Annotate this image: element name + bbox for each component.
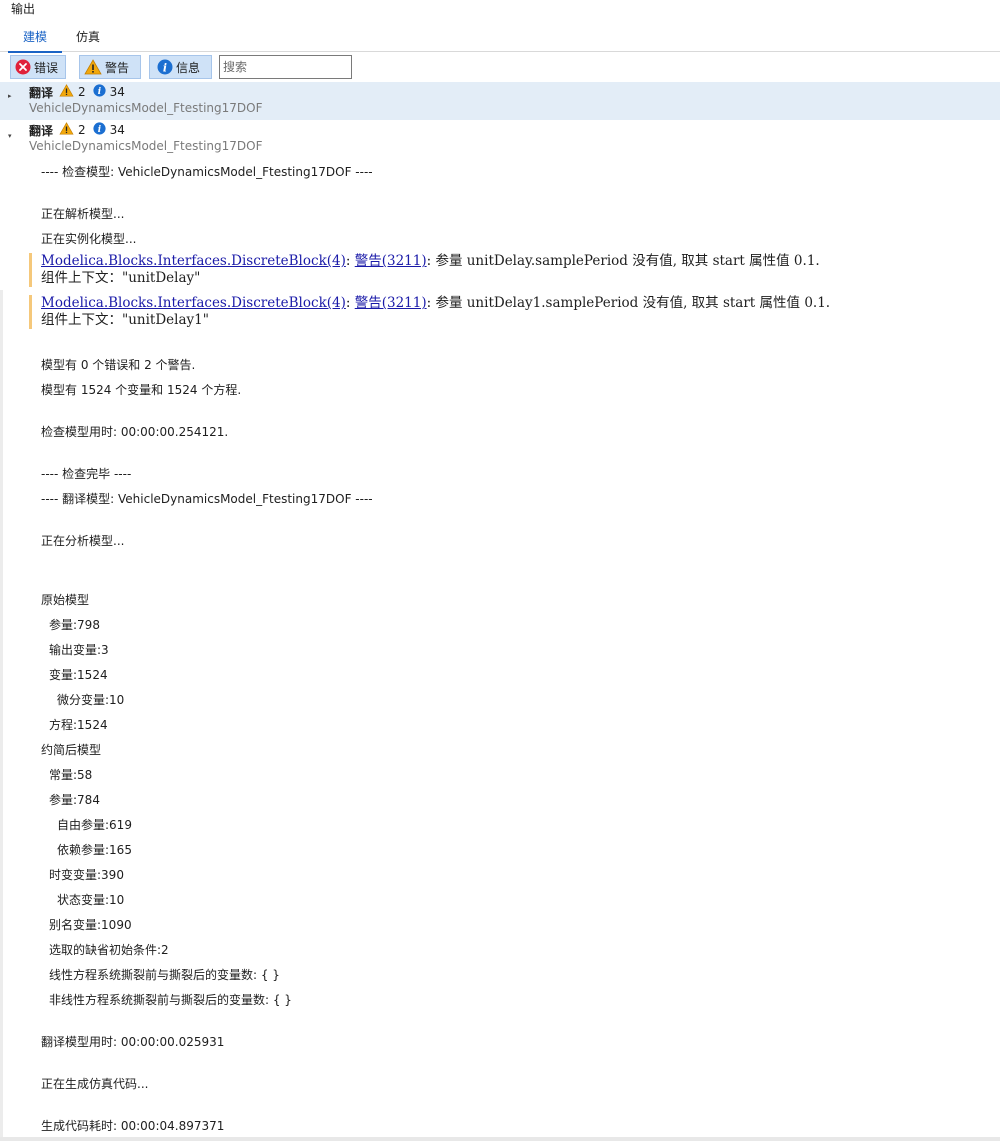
- svg-text:i: i: [97, 125, 100, 135]
- log-translate-header: ---- 翻译模型: VehicleDynamicsModel_Ftesting…: [41, 492, 373, 506]
- warning-count: 2: [78, 123, 86, 137]
- log-gen-time: 生成代码耗时: 00:00:04.897371: [41, 1119, 225, 1133]
- stat-line: 依赖参量:165: [57, 843, 132, 857]
- source-link[interactable]: Modelica.Blocks.Interfaces.DiscreteBlock…: [41, 295, 346, 311]
- group-title: 翻译: [29, 85, 54, 100]
- search-input[interactable]: [219, 55, 352, 79]
- warning-icon: [59, 84, 74, 100]
- warning-message: Modelica.Blocks.Interfaces.DiscreteBlock…: [29, 295, 979, 329]
- info-icon: i: [157, 59, 173, 75]
- error-icon: [15, 59, 31, 75]
- error-filter-label: 错误: [34, 60, 59, 75]
- info-count: 34: [109, 85, 125, 99]
- warning-text: : 参量 unitDelay1.samplePeriod 没有值, 取其 sta…: [426, 295, 831, 311]
- warning-text: : 参量 unitDelay.samplePeriod 没有值, 取其 star…: [426, 253, 820, 269]
- collapse-caret-icon[interactable]: ▾: [8, 132, 16, 140]
- horizontal-scrollbar[interactable]: [0, 1137, 1000, 1141]
- stat-line: 约简后模型: [41, 743, 102, 757]
- svg-text:i: i: [163, 62, 167, 75]
- warning-filter-label: 警告: [105, 60, 130, 75]
- stat-line: 选取的缺省初始条件:2: [49, 943, 169, 957]
- group-model-name: VehicleDynamicsModel_Ftesting17DOF: [29, 101, 263, 115]
- stat-line: 非线性方程系统撕裂前与撕裂后的变量数: { }: [49, 993, 292, 1007]
- stat-line: 常量:58: [49, 768, 93, 782]
- group-model-name: VehicleDynamicsModel_Ftesting17DOF: [29, 139, 263, 153]
- stat-line: 微分变量:10: [57, 693, 125, 707]
- log-summary-vars: 模型有 1524 个变量和 1524 个方程.: [41, 383, 242, 397]
- component-context: 组件上下文："unitDelay1": [41, 312, 209, 328]
- component-context: 组件上下文："unitDelay": [41, 270, 201, 286]
- svg-text:i: i: [97, 87, 100, 97]
- warning-count: 2: [78, 85, 86, 99]
- stat-line: 变量:1524: [49, 668, 108, 682]
- panel-title: 输出: [11, 2, 36, 16]
- warning-filter-button[interactable]: 警告: [79, 55, 141, 79]
- info-icon: i: [93, 84, 106, 100]
- log-check-done: ---- 检查完毕 ----: [41, 467, 132, 481]
- log-check-time: 检查模型用时: 00:00:00.254121.: [41, 425, 229, 439]
- stat-line: 线性方程系统撕裂前与撕裂后的变量数: { }: [49, 968, 280, 982]
- tab-modeling[interactable]: 建模: [8, 24, 62, 53]
- log-generating: 正在生成仿真代码...: [41, 1077, 149, 1091]
- info-filter-label: 信息: [176, 60, 201, 75]
- warning-code-link[interactable]: 警告(3211): [355, 253, 427, 269]
- log-translate-time: 翻译模型用时: 00:00:00.025931: [41, 1035, 225, 1049]
- info-icon: i: [93, 122, 106, 138]
- source-link[interactable]: Modelica.Blocks.Interfaces.DiscreteBlock…: [41, 253, 346, 269]
- stat-line: 别名变量:1090: [49, 918, 132, 932]
- log-analyzing: 正在分析模型...: [41, 534, 125, 548]
- info-count: 34: [109, 123, 125, 137]
- message-group-collapsed[interactable]: ▸ 翻译 2 i 34 VehicleDynamicsModel_Ftestin…: [0, 82, 1000, 120]
- stat-line: 原始模型: [41, 593, 90, 607]
- warning-icon: [59, 122, 74, 138]
- tab-simulation[interactable]: 仿真: [66, 24, 110, 51]
- stat-line: 时变变量:390: [49, 868, 124, 882]
- log-check-header: ---- 检查模型: VehicleDynamicsModel_Ftesting…: [41, 165, 373, 179]
- tab-bar: 建模 仿真: [0, 24, 1000, 53]
- error-filter-button[interactable]: 错误: [10, 55, 66, 79]
- stat-line: 参量:798: [49, 618, 100, 632]
- log-instantiating: 正在实例化模型...: [41, 232, 137, 246]
- stat-line: 状态变量:10: [57, 893, 125, 907]
- stat-line: 方程:1524: [49, 718, 108, 732]
- stat-line: 参量:784: [49, 793, 100, 807]
- log-summary-errors: 模型有 0 个错误和 2 个警告.: [41, 358, 196, 372]
- stat-line: 输出变量:3: [49, 643, 109, 657]
- warning-icon: [84, 59, 102, 75]
- scroll-area-edge: [0, 290, 3, 1137]
- log-parsing: 正在解析模型...: [41, 207, 125, 221]
- group-title: 翻译: [29, 123, 54, 138]
- info-filter-button[interactable]: i 信息: [149, 55, 212, 79]
- warning-code-link[interactable]: 警告(3211): [355, 295, 427, 311]
- filter-toolbar: 错误 警告 i 信息: [0, 53, 1000, 81]
- warning-message: Modelica.Blocks.Interfaces.DiscreteBlock…: [29, 253, 979, 287]
- message-group-expanded[interactable]: ▾ 翻译 2 i 34 VehicleDynamicsModel_Ftestin…: [0, 120, 1000, 158]
- stat-line: 自由参量:619: [57, 818, 132, 832]
- expand-caret-icon[interactable]: ▸: [8, 92, 16, 100]
